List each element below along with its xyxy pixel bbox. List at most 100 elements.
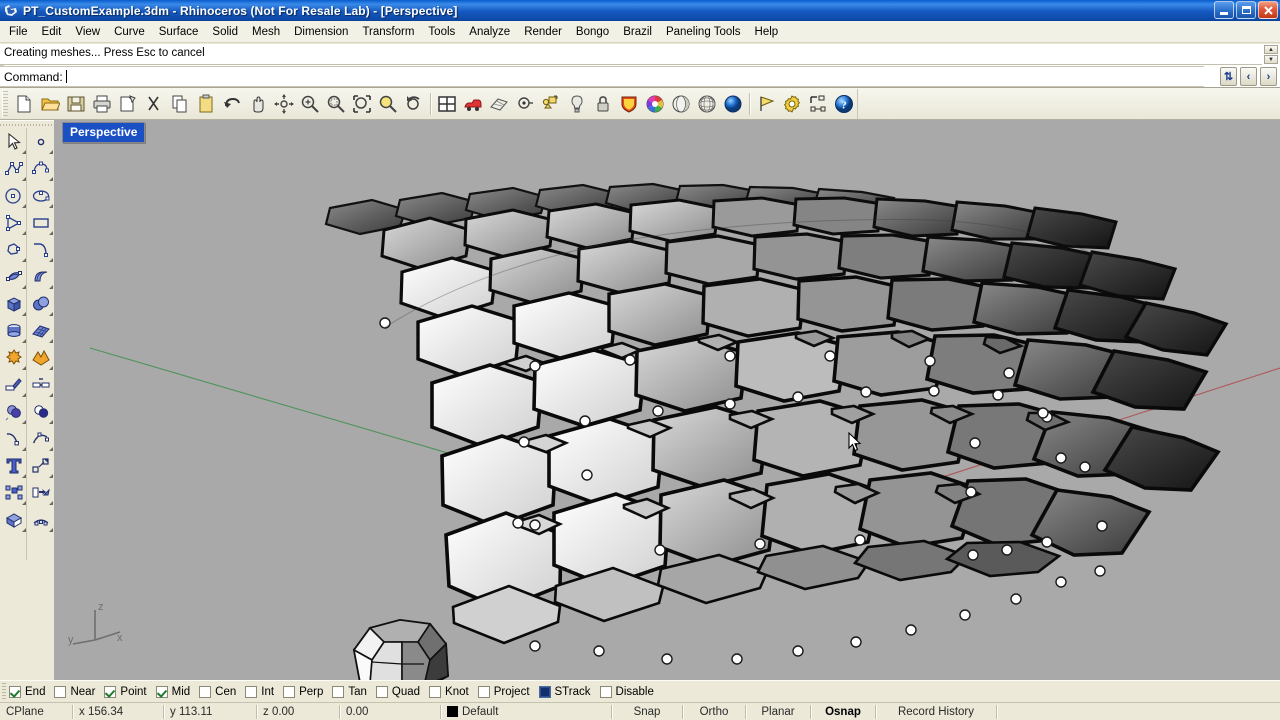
minimize-button[interactable] xyxy=(1214,1,1234,19)
checkbox-near[interactable] xyxy=(54,685,67,698)
checkbox-quad[interactable] xyxy=(375,685,388,698)
surface-sweep-icon[interactable] xyxy=(27,263,54,290)
polygon-icon[interactable] xyxy=(0,236,27,263)
box-solid-icon[interactable] xyxy=(0,290,27,317)
status-toggle-osnap[interactable]: Osnap xyxy=(811,703,875,720)
cylinder-solid-icon[interactable] xyxy=(0,317,27,344)
menu-item-solid[interactable]: Solid xyxy=(205,23,245,41)
perspective-viewport[interactable]: z x y Perspective xyxy=(54,120,1280,680)
boolean-union-icon[interactable] xyxy=(0,398,27,425)
sidebar-extra-icon[interactable] xyxy=(0,533,27,560)
zoom-extents-icon[interactable] xyxy=(349,91,375,117)
checkbox-tan[interactable] xyxy=(332,685,345,698)
select-arrow-icon[interactable] xyxy=(0,128,27,155)
scroll-down-icon[interactable]: ▼ xyxy=(1264,55,1278,64)
osnap-toggle-knot[interactable]: Knot xyxy=(429,683,469,701)
command-history-scrollbar[interactable]: ▲ ▼ xyxy=(1264,45,1278,64)
osnap-toggle-tan[interactable]: Tan xyxy=(332,683,367,701)
checkbox-knot[interactable] xyxy=(429,685,442,698)
join-icon[interactable] xyxy=(27,371,54,398)
status-toggle-snap[interactable]: Snap xyxy=(612,703,682,720)
point-object-icon[interactable] xyxy=(512,91,538,117)
curve-point-icon[interactable] xyxy=(0,425,27,452)
curve-edit-icon[interactable] xyxy=(27,425,54,452)
new-file-icon[interactable] xyxy=(11,91,37,117)
color-wheel-icon[interactable] xyxy=(642,91,668,117)
undo-icon[interactable] xyxy=(219,91,245,117)
osnap-toggle-perp[interactable]: Perp xyxy=(283,683,323,701)
flag-icon[interactable] xyxy=(753,91,779,117)
car-render-icon[interactable] xyxy=(460,91,486,117)
trim-icon[interactable] xyxy=(0,371,27,398)
arc-curve-icon[interactable] xyxy=(27,236,54,263)
menu-item-view[interactable]: View xyxy=(68,23,107,41)
cut-page-icon[interactable] xyxy=(115,91,141,117)
osnap-toggle-cen[interactable]: Cen xyxy=(199,683,236,701)
status-cplane[interactable]: CPlane xyxy=(0,703,72,720)
checkbox-cen[interactable] xyxy=(199,685,212,698)
four-view-icon[interactable] xyxy=(434,91,460,117)
status-toggle-record-history[interactable]: Record History xyxy=(876,703,996,720)
pan-hand-icon[interactable] xyxy=(245,91,271,117)
osnap-bar-grip[interactable] xyxy=(2,682,6,701)
command-next-button[interactable]: › xyxy=(1260,67,1277,86)
osnap-toggle-mid[interactable]: Mid xyxy=(155,683,190,701)
point-object-icon[interactable] xyxy=(27,128,54,155)
checkbox-point[interactable] xyxy=(104,685,117,698)
osnap-toggle-strack[interactable]: STrack xyxy=(538,683,591,701)
zoom-in-icon[interactable] xyxy=(297,91,323,117)
osnap-toggle-int[interactable]: Int xyxy=(245,683,274,701)
shield-icon[interactable] xyxy=(616,91,642,117)
save-file-icon[interactable] xyxy=(63,91,89,117)
plan-view-icon[interactable] xyxy=(486,91,512,117)
scroll-up-icon[interactable]: ▲ xyxy=(1264,45,1278,54)
menu-item-tools[interactable]: Tools xyxy=(421,23,462,41)
menu-item-curve[interactable]: Curve xyxy=(107,23,152,41)
menu-item-brazil[interactable]: Brazil xyxy=(616,23,659,41)
dimension-icon[interactable] xyxy=(805,91,831,117)
menu-item-dimension[interactable]: Dimension xyxy=(287,23,355,41)
print-icon[interactable] xyxy=(89,91,115,117)
sidebar-grip[interactable] xyxy=(0,120,54,128)
polyline-icon[interactable] xyxy=(0,155,27,182)
menu-item-help[interactable]: Help xyxy=(748,23,786,41)
toolbar-grip[interactable] xyxy=(2,90,8,117)
rotate-view-icon[interactable] xyxy=(271,91,297,117)
text-tool-icon[interactable] xyxy=(0,452,27,479)
gear-icon[interactable] xyxy=(779,91,805,117)
circle-icon[interactable] xyxy=(0,182,27,209)
control-curve-icon[interactable] xyxy=(27,155,54,182)
zoom-selected-icon[interactable] xyxy=(375,91,401,117)
menu-item-mesh[interactable]: Mesh xyxy=(245,23,287,41)
checkbox-end[interactable] xyxy=(9,685,21,698)
checkbox-strack[interactable] xyxy=(538,685,551,698)
checkbox-disable[interactable] xyxy=(599,685,612,698)
checkbox-int[interactable] xyxy=(245,685,258,698)
lock-icon[interactable] xyxy=(590,91,616,117)
explode-icon[interactable] xyxy=(0,344,27,371)
checkbox-mid[interactable] xyxy=(155,685,168,698)
scissors-icon[interactable] xyxy=(141,91,167,117)
status-toggle-planar[interactable]: Planar xyxy=(746,703,810,720)
ellipse-icon[interactable] xyxy=(27,182,54,209)
checkbox-project[interactable] xyxy=(477,685,490,698)
light-bulb-icon[interactable] xyxy=(564,91,590,117)
menu-item-render[interactable]: Render xyxy=(517,23,569,41)
mesh-plane-icon[interactable] xyxy=(27,317,54,344)
osnap-toggle-point[interactable]: Point xyxy=(104,683,147,701)
group-objects-icon[interactable] xyxy=(538,91,564,117)
array-icon[interactable] xyxy=(0,479,27,506)
osnap-toggle-disable[interactable]: Disable xyxy=(599,683,654,701)
menu-item-file[interactable]: File xyxy=(2,23,35,41)
command-input[interactable]: Command: xyxy=(0,66,1204,87)
command-prev-button[interactable]: ‹ xyxy=(1240,67,1257,86)
checkbox-perp[interactable] xyxy=(283,685,296,698)
viewport-label[interactable]: Perspective xyxy=(62,122,146,143)
menu-item-transform[interactable]: Transform xyxy=(355,23,421,41)
boolean-split-icon[interactable] xyxy=(27,344,54,371)
shaded-sphere-icon[interactable] xyxy=(668,91,694,117)
boolean-difference-icon[interactable] xyxy=(27,398,54,425)
open-file-icon[interactable] xyxy=(37,91,63,117)
triangle-curve-icon[interactable] xyxy=(0,209,27,236)
help-icon[interactable]: ? xyxy=(831,91,857,117)
